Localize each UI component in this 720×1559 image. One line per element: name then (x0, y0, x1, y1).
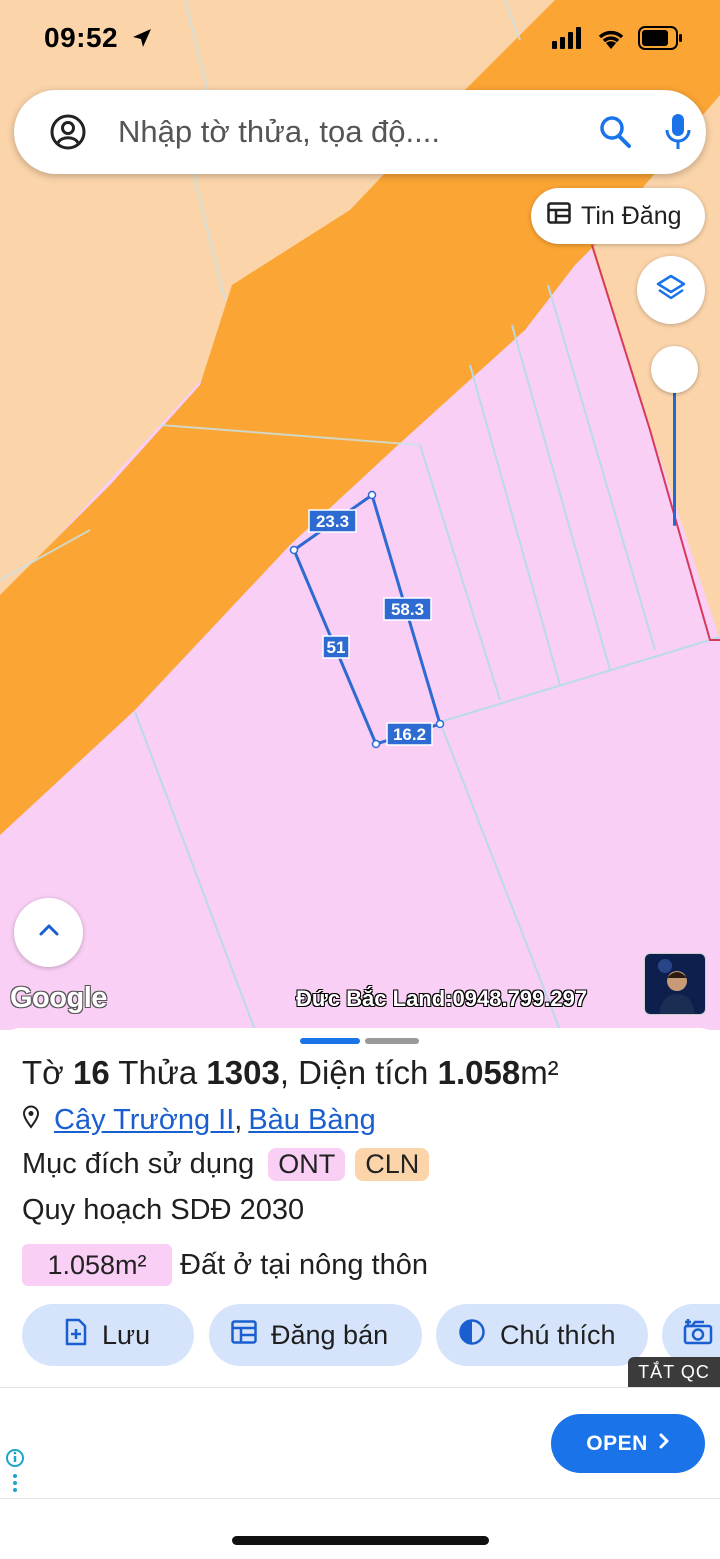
microphone-icon[interactable] (664, 112, 692, 157)
camera-icon (682, 1318, 714, 1353)
land-use-badge-cln: CLN (355, 1148, 430, 1181)
ad-open-label: OPEN (586, 1431, 648, 1455)
post-sale-button[interactable]: Đăng bán (209, 1304, 422, 1366)
svg-text:16.2: 16.2 (393, 725, 426, 744)
parcel-number: 1303 (206, 1054, 280, 1091)
sheet-handle-active[interactable] (300, 1038, 360, 1044)
status-time: 09:52 (44, 22, 119, 53)
account-icon[interactable] (50, 114, 86, 155)
edge-label: 23.3 (308, 509, 357, 533)
save-icon (64, 1318, 88, 1353)
parcel-title: Tờ 16 Thửa 1303, Diện tích 1.058m² (22, 1054, 559, 1091)
search-icon[interactable] (598, 114, 632, 155)
opacity-slider-thumb[interactable] (651, 346, 698, 393)
user-avatar[interactable] (644, 953, 706, 1015)
battery-icon (638, 26, 684, 55)
location-arrow-icon (130, 26, 154, 55)
plan-description: Đất ở tại nông thôn (180, 1248, 428, 1281)
opacity-slider-track[interactable] (673, 370, 676, 526)
ad-info-icon[interactable] (5, 1448, 25, 1503)
search-bar (14, 90, 706, 174)
plan-label: Quy hoạch SDĐ 2030 (22, 1194, 305, 1226)
chevron-right-icon (658, 1432, 670, 1456)
ad-banner[interactable]: OPEN (0, 1387, 720, 1499)
search-input[interactable] (118, 112, 558, 152)
location-row: Cây Trường II , Bàu Bàng (22, 1104, 376, 1137)
legend-label: Chú thích (500, 1319, 616, 1350)
sheet-number: 16 (72, 1054, 110, 1091)
save-button[interactable]: Lưu (22, 1304, 194, 1366)
tin-dang-button[interactable]: Tin Đăng (531, 188, 705, 244)
contrast-icon (458, 1318, 486, 1353)
svg-text:58.3: 58.3 (391, 600, 424, 619)
watermark-text: Đức Bắc Land:0948.799.297 (296, 986, 588, 1011)
district-link[interactable]: Bàu Bàng (248, 1104, 375, 1137)
land-use-purpose-row: Mục đích sử dụng ONT CLN (22, 1148, 430, 1181)
ad-open-button[interactable]: OPEN (551, 1414, 705, 1473)
hide-ads-button[interactable]: TẮT QC (628, 1357, 720, 1387)
status-bar: 09:52 (0, 0, 720, 80)
land-use-badge-ont: ONT (268, 1148, 346, 1181)
purpose-label: Mục đích sử dụng (22, 1148, 255, 1180)
parcel-area: 1.058 (437, 1054, 521, 1091)
listing-icon (547, 201, 571, 231)
plan-area-row: 1.058m² Đất ở tại nông thôn (22, 1244, 428, 1286)
post-sale-label: Đăng bán (271, 1319, 389, 1350)
ward-link[interactable]: Cây Trường II (54, 1104, 234, 1137)
save-label: Lưu (102, 1319, 151, 1350)
cellular-signal-icon (552, 27, 584, 54)
tin-dang-label: Tin Đăng (581, 201, 682, 230)
edge-label: 51 (322, 635, 350, 659)
parcel-info-sheet: Tờ 16 Thửa 1303, Diện tích 1.058m² Cây T… (0, 1028, 720, 1388)
layers-icon (656, 273, 686, 308)
svg-text:51: 51 (327, 638, 346, 657)
edge-label: 58.3 (383, 597, 432, 621)
post-icon (231, 1319, 257, 1351)
home-indicator[interactable] (232, 1536, 489, 1545)
location-pin-icon (22, 1104, 40, 1137)
chevron-up-icon (37, 922, 61, 943)
wifi-icon (596, 27, 626, 54)
action-buttons: Lưu Đăng bán Chú thích (22, 1304, 720, 1366)
google-logo: Google (10, 982, 107, 1014)
layers-button[interactable] (637, 256, 705, 324)
expand-sheet-button[interactable] (14, 898, 83, 967)
legend-button[interactable]: Chú thích (436, 1304, 648, 1366)
edge-label: 16.2 (386, 722, 433, 746)
sheet-handle[interactable] (365, 1038, 419, 1044)
plan-area-badge: 1.058m² (22, 1244, 172, 1286)
svg-text:23.3: 23.3 (316, 512, 349, 531)
